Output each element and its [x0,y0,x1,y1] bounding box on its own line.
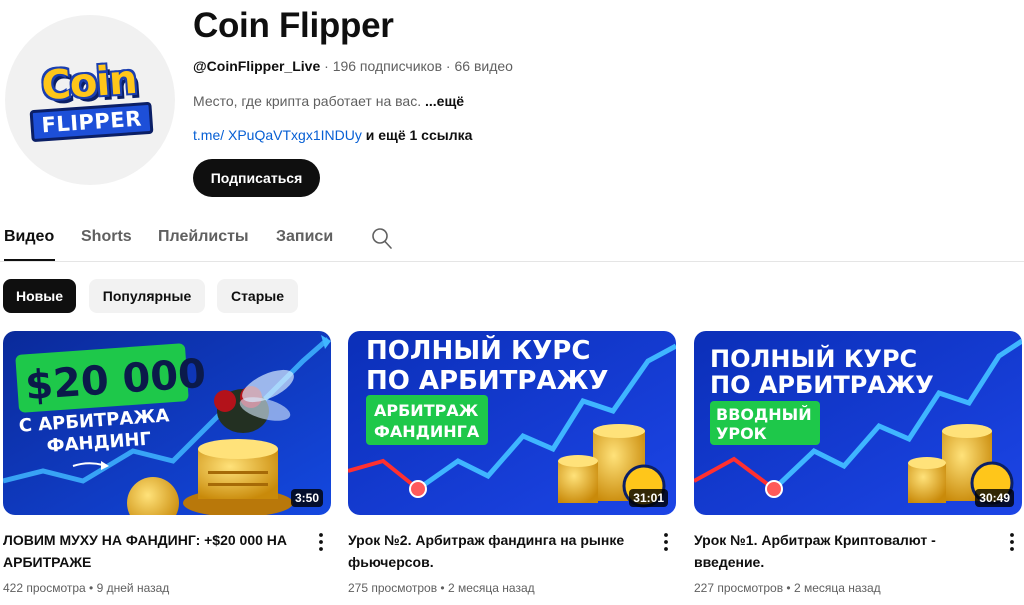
channel-logo: Coin FLIPPER [26,56,154,142]
logo-text-top: Coin [39,56,138,109]
chip-newest[interactable]: Новые [3,279,76,313]
video-thumbnail[interactable]: $20 000 С АРБИТРАЖА ФАНДИНГ 3:50 [3,331,331,515]
thumb-badge-line1: ВВОДНЫЙ [716,405,812,424]
thumb-text-line1: ПОЛНЫЙ КУРС [710,344,917,373]
more-vertical-icon[interactable] [1004,532,1020,552]
more-vertical-icon[interactable] [313,532,329,552]
tab-posts[interactable]: Записи [276,228,333,246]
thumb-text-line2: ПО АРБИТРАЖУ [710,371,934,399]
active-tab-indicator [4,259,55,261]
video-title[interactable]: ЛОВИМ МУХУ НА ФАНДИНГ: +$20 000 НА АРБИТ… [3,529,303,573]
thumb-text-line2: ПО АРБИТРАЖУ [366,366,608,396]
channel-title: Coin Flipper [193,6,394,45]
video-thumbnail[interactable]: ПОЛНЫЙ КУРС ПО АРБИТРАЖУ АРБИТРАЖ ФАНДИН… [348,331,676,515]
video-meta: 422 просмотра • 9 дней назад [3,581,169,595]
thumb-badge-line2: УРОК [716,424,767,443]
channel-avatar[interactable]: Coin FLIPPER [5,15,175,185]
chip-oldest[interactable]: Старые [217,279,298,313]
meta-dot: • [437,581,448,595]
channel-meta: @CoinFlipper_Live · 196 подписчиков · 66… [193,58,513,74]
video-count: 66 видео [454,58,513,74]
upload-age: 9 дней назад [96,581,170,595]
tab-playlists[interactable]: Плейлисты [158,228,249,246]
thumb-text-line1: ПОЛНЫЙ КУРС [366,334,590,366]
channel-description[interactable]: Место, где крипта работает на вас. ...ещ… [193,93,464,109]
video-duration: 3:50 [290,489,323,507]
tab-shorts[interactable]: Shorts [81,228,132,246]
channel-handle: @CoinFlipper_Live [193,58,321,74]
upload-age: 2 месяца назад [793,581,881,595]
meta-dot: • [85,581,97,595]
video-thumbnail[interactable]: ПОЛНЫЙ КУРС ПО АРБИТРАЖУ ВВОДНЫЙ УРОК 30… [694,331,1022,515]
video-duration: 30:49 [975,489,1014,507]
video-meta: 227 просмотров • 2 месяца назад [694,581,881,595]
more-links-button[interactable]: и ещё 1 ссылка [362,127,473,143]
video-title[interactable]: Урок №1. Арбитраж Криптовалют - введение… [694,529,994,573]
view-count: 227 просмотров [694,581,784,595]
thumb-badge-line1: АРБИТРАЖ [374,401,479,420]
tab-videos[interactable]: Видео [4,228,54,246]
video-card[interactable]: ПОЛНЫЙ КУРС ПО АРБИТРАЖУ АРБИТРАЖ ФАНДИН… [348,331,676,595]
meta-separator: · [320,58,333,74]
chip-popular[interactable]: Популярные [89,279,205,313]
video-duration: 31:01 [629,489,668,507]
video-card[interactable]: ПОЛНЫЙ КУРС ПО АРБИТРАЖУ ВВОДНЫЙ УРОК 30… [694,331,1022,595]
view-count: 422 просмотра [3,581,86,595]
thumb-badge-line2: ФАНДИНГА [374,422,480,441]
upload-age: 2 месяца назад [447,581,535,595]
channel-tabs: Видео Shorts Плейлисты Записи [0,216,1024,262]
subscriber-count: 196 подписчиков [332,58,443,74]
more-vertical-icon[interactable] [658,532,674,552]
search-icon[interactable] [371,226,393,250]
description-more-link[interactable]: ...ещё [425,93,464,109]
meta-separator: · [442,58,455,74]
view-count: 275 просмотров [348,581,438,595]
subscribe-button[interactable]: Подписаться [193,159,320,197]
channel-links: t.me/ XPuQaVTxgx1INDUy и ещё 1 ссылка [193,127,472,143]
video-card[interactable]: $20 000 С АРБИТРАЖА ФАНДИНГ 3:50 ЛОВИМ М… [3,331,331,595]
video-meta: 275 просмотров • 2 месяца назад [348,581,535,595]
description-text: Место, где крипта работает на вас. [193,93,425,109]
meta-dot: • [783,581,794,595]
video-title[interactable]: Урок №2. Арбитраж фандинга на рынке фьюч… [348,529,648,573]
channel-link[interactable]: t.me/ XPuQaVTxgx1INDUy [193,127,362,143]
